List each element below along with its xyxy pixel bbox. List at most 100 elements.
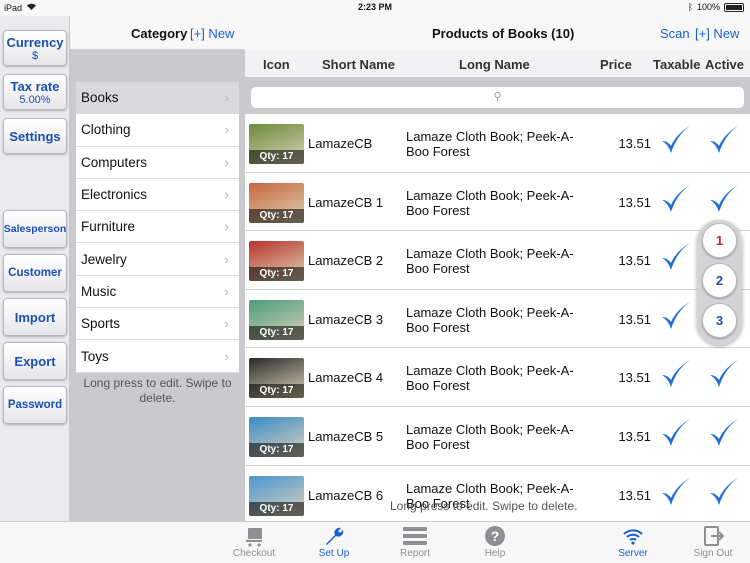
product-price: 13.51 — [618, 253, 651, 269]
category-item-label: Toys — [81, 348, 109, 364]
wifi-signal-icon — [623, 529, 643, 545]
category-item-label: Jewelry — [81, 251, 127, 267]
table-row[interactable]: Qty: 17 LamazeCB 1 Lamaze Cloth Book; Peek… — [245, 173, 750, 232]
product-thumbnail: Qty: 17 — [249, 299, 304, 340]
battery-icon — [724, 2, 744, 12]
tab-setup[interactable]: Set Up — [304, 522, 364, 563]
table-row[interactable]: Qty: 17 LamazeCB 3 Lamaze Cloth Book; Peek… — [245, 290, 750, 349]
tax-rate-button[interactable]: Tax rate 5.00% — [3, 74, 67, 110]
scan-button[interactable]: Scan — [660, 26, 690, 41]
salesperson-button[interactable]: Salesperson — [3, 210, 67, 248]
bluetooth-icon: ᛒ — [687, 2, 693, 12]
col-long-name: Long Name — [459, 57, 530, 72]
table-row[interactable]: Qty: 17 LamazeCB 4 Lamaze Cloth Book; Peek… — [245, 348, 750, 407]
currency-label: Currency — [6, 34, 64, 50]
taxable-checkmark-icon[interactable] — [659, 417, 691, 449]
search-input[interactable]: ⚲ — [251, 87, 744, 108]
taxable-checkmark-icon[interactable] — [659, 183, 691, 215]
left-rail: Currency $ Tax rate 5.00% Settings Sales… — [0, 16, 70, 521]
category-item[interactable]: Furniture › — [76, 211, 239, 244]
product-qty: Qty: 17 — [249, 443, 304, 457]
table-row[interactable]: Qty: 17 LamazeCB 2 Lamaze Cloth Book; Peek… — [245, 231, 750, 290]
chevron-right-icon: › — [224, 154, 229, 170]
active-checkmark-icon[interactable] — [707, 183, 739, 215]
password-button[interactable]: Password — [3, 386, 67, 424]
product-short-name: LamazeCB 2 — [308, 253, 384, 269]
product-thumbnail: Qty: 17 — [249, 182, 304, 223]
tab-bar: Checkout Set Up Report ? Help Server Sig… — [0, 521, 750, 563]
category-item[interactable]: Books › — [76, 82, 239, 115]
tab-checkout-label: Checkout — [232, 548, 276, 559]
table-row[interactable]: Qty: 17 LamazeCB 5 Lamaze Cloth Book; Peek… — [245, 407, 750, 466]
product-qty: Qty: 17 — [249, 325, 304, 340]
currency-button[interactable]: Currency $ — [3, 30, 67, 66]
taxable-checkmark-icon[interactable] — [659, 241, 691, 273]
category-item-label: Computers — [81, 154, 148, 170]
active-checkmark-icon[interactable] — [707, 358, 739, 390]
category-item[interactable]: Computers › — [76, 147, 239, 179]
product-short-name: LamazeCB 1 — [308, 194, 384, 210]
products-header: Products of Books (10) Scan [+] New — [245, 16, 750, 50]
export-button[interactable]: Export — [3, 342, 67, 380]
page-button[interactable]: 1 — [702, 223, 737, 258]
import-button[interactable]: Import — [3, 298, 67, 336]
category-item[interactable]: Clothing › — [76, 114, 239, 147]
taxable-checkmark-icon[interactable] — [659, 358, 691, 390]
page-button[interactable]: 2 — [702, 263, 737, 298]
products-title: Products of Books (10) — [432, 26, 575, 41]
tab-help[interactable]: ? Help — [465, 522, 525, 563]
active-checkmark-icon[interactable] — [707, 417, 739, 449]
taxable-checkmark-icon[interactable] — [659, 124, 691, 156]
tab-checkout[interactable]: Checkout — [224, 522, 284, 563]
product-price: 13.51 — [618, 136, 651, 151]
tab-signout[interactable]: Sign Out — [683, 522, 743, 563]
category-new-button[interactable]: [+] New — [190, 26, 234, 41]
category-item-label: Clothing — [81, 122, 131, 138]
category-item[interactable]: Toys › — [76, 340, 239, 373]
product-short-name: LamazeCB 4 — [308, 370, 384, 386]
page-button[interactable]: 3 — [702, 303, 737, 338]
tab-server[interactable]: Server — [603, 522, 663, 563]
cart-icon — [246, 528, 262, 547]
product-short-name: LamazeCB 6 — [308, 487, 384, 503]
status-bar: iPad 2:23 PM ᛒ 100% — [0, 0, 750, 16]
category-item-label: Furniture — [81, 219, 136, 235]
category-item-label: Electronics — [81, 187, 148, 203]
category-header: Category [+] New — [70, 16, 245, 50]
products-hint: Long press to edit. Swipe to delete. — [390, 499, 578, 513]
category-item[interactable]: Sports › — [76, 308, 239, 341]
product-long-name: Lamaze Cloth Book; Peek-A-Boo Forest — [406, 246, 574, 277]
chevron-right-icon: › — [224, 283, 229, 299]
active-checkmark-icon[interactable] — [707, 476, 739, 508]
chevron-right-icon: › — [224, 187, 229, 203]
category-item[interactable]: Jewelry › — [76, 243, 239, 276]
search-icon: ⚲ — [493, 91, 502, 103]
customer-button[interactable]: Customer — [3, 254, 67, 292]
product-qty: Qty: 17 — [249, 267, 304, 282]
taxable-checkmark-icon[interactable] — [659, 476, 691, 508]
product-thumbnail: Qty: 17 — [249, 417, 304, 457]
category-item[interactable]: Electronics › — [76, 179, 239, 212]
product-thumbnail: Qty: 17 — [249, 124, 304, 164]
active-checkmark-icon[interactable] — [707, 124, 739, 156]
sign-out-icon — [704, 526, 725, 546]
tax-rate-value: 5.00% — [19, 93, 51, 106]
currency-value: $ — [31, 49, 39, 62]
product-long-name: Lamaze Cloth Book; Peek-A-Boo Forest — [406, 363, 574, 394]
battery-percent: 100% — [696, 2, 720, 12]
category-item-label: Music — [81, 283, 117, 299]
col-taxable: Taxable — [653, 57, 701, 72]
product-price: 13.51 — [618, 429, 651, 444]
page-selector: 1 2 3 — [697, 220, 742, 345]
category-title: Category — [131, 26, 188, 41]
table-row[interactable]: Qty: 17 LamazeCB Lamaze Cloth Book; Peek-A… — [245, 114, 750, 173]
status-right: ᛒ 100% — [688, 2, 744, 12]
product-new-button[interactable]: [+] New — [695, 26, 739, 41]
product-long-name: Lamaze Cloth Book; Peek-A-Boo Forest — [406, 422, 574, 452]
col-active: Active — [705, 57, 745, 72]
taxable-checkmark-icon[interactable] — [659, 300, 691, 332]
tab-report[interactable]: Report — [385, 522, 445, 563]
settings-button[interactable]: Settings — [3, 118, 67, 154]
category-item[interactable]: Music › — [76, 276, 239, 309]
tab-report-label: Report — [399, 548, 430, 559]
